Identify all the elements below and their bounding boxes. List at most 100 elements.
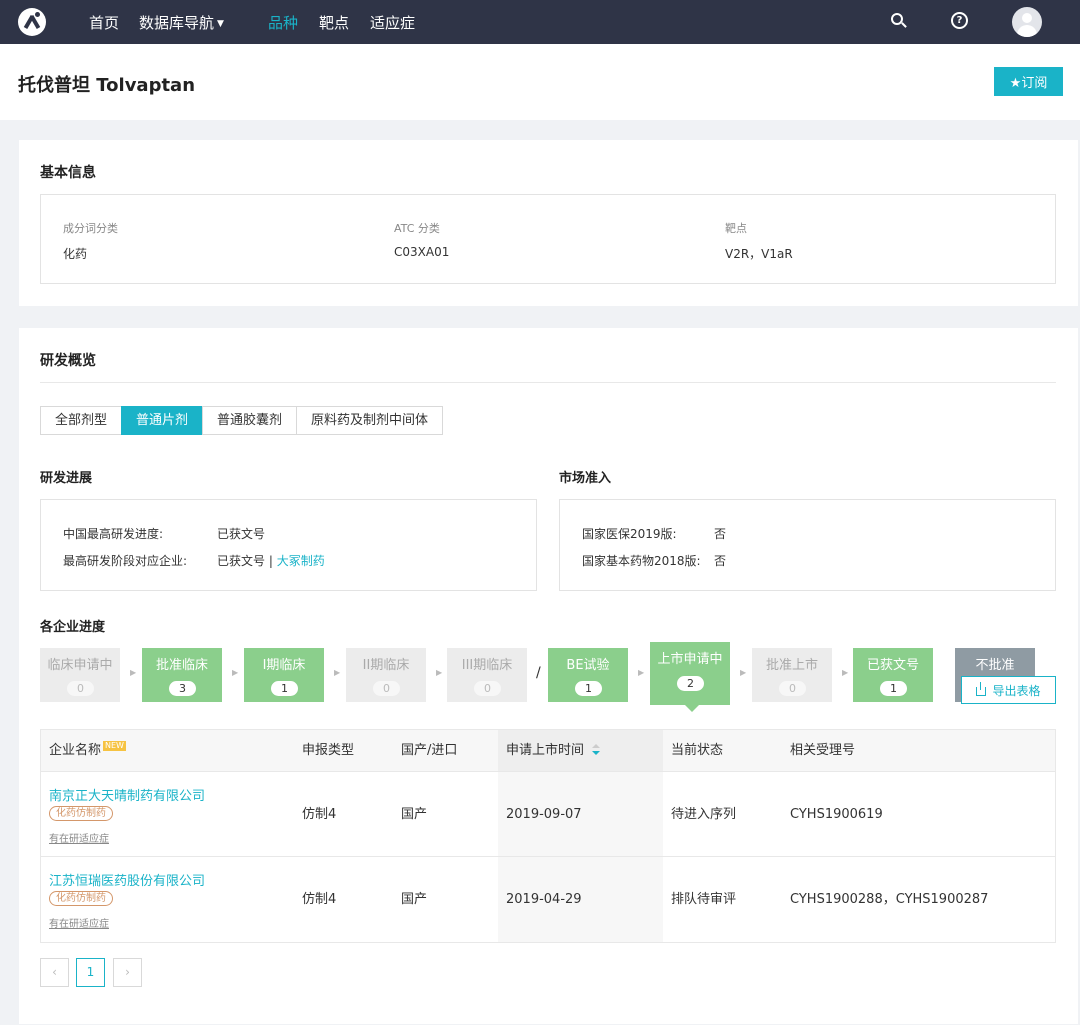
company-link[interactable]: 大冢制药: [277, 554, 325, 568]
stage-clinical-approved[interactable]: 批准临床 3: [142, 648, 222, 702]
target-label: 靶点: [725, 222, 747, 235]
stage-label: I期临床: [262, 658, 306, 673]
tab-api-intermediate[interactable]: 原料药及制剂中间体: [296, 406, 444, 435]
stage-count: 0: [779, 681, 806, 696]
page-title: 托伐普坦 Tolvaptan: [18, 75, 196, 96]
nav-database[interactable]: 数据库导航 ▼: [139, 12, 224, 33]
basic-info-box: 成分词分类 化药 ATC 分类 C03XA01 靶点 V2R，V1aR: [40, 194, 1056, 284]
stage-phase-2[interactable]: II期临床 0: [346, 648, 426, 702]
category-value: 化药: [63, 247, 88, 261]
acceptance-number-link[interactable]: CYHS1900619: [790, 772, 883, 856]
subscribe-button[interactable]: ★订阅: [994, 67, 1063, 96]
stage-be-trial[interactable]: BE试验 1: [548, 648, 628, 702]
acceptance-number-link[interactable]: CYHS1900288，CYHS1900287: [790, 857, 988, 942]
chevron-down-icon: ▼: [217, 19, 224, 29]
divider: [40, 382, 1056, 383]
sort-icon[interactable]: [592, 744, 601, 756]
origin-cell: 国产: [401, 807, 428, 822]
arrow-right-icon: ▶: [436, 668, 443, 677]
logo-icon[interactable]: [18, 8, 46, 36]
col-numbers: 相关受理号: [790, 743, 856, 758]
stage-count: 0: [373, 681, 400, 696]
table-row: 江苏恒瑞医药股份有限公司 化药仿制药 有在研适应症 仿制4 国产 2019-04…: [41, 857, 1055, 942]
stage-approval-number[interactable]: 已获文号 1: [853, 648, 933, 702]
nav-variety[interactable]: 品种: [268, 12, 298, 33]
next-page-button[interactable]: ›: [113, 958, 142, 987]
basic-info-card: 基本信息 成分词分类 化药 ATC 分类 C03XA01 靶点 V2R，V1aR: [19, 140, 1078, 306]
prev-page-button[interactable]: ‹: [40, 958, 69, 987]
basic-info-title: 基本信息: [40, 165, 96, 181]
type-cell: 仿制4: [302, 892, 337, 907]
col-type: 申报类型: [302, 743, 355, 758]
stage-label: 临床申请中: [47, 658, 113, 673]
drug-type-tag: 化药仿制药: [49, 806, 113, 821]
atc-label: ATC 分类: [394, 222, 440, 235]
indication-link[interactable]: 有在研适应症: [49, 830, 109, 845]
top-nav: 首页 数据库导航 ▼ 品种 靶点 适应症 ?: [0, 0, 1080, 44]
tab-capsule[interactable]: 普通胶囊剂: [202, 406, 298, 435]
stage-market-approved[interactable]: 批准上市 0: [752, 648, 832, 702]
stage-count: 0: [67, 681, 94, 696]
highest-progress-value: 已获文号: [217, 527, 266, 541]
company-name-link[interactable]: 南京正大天晴制药有限公司: [49, 785, 205, 804]
nav-home[interactable]: 首页: [89, 12, 119, 33]
rd-overview-title: 研发概览: [40, 353, 96, 369]
status-cell: 待进入序列: [671, 807, 737, 822]
type-cell: 仿制4: [302, 807, 337, 822]
stage-label: 不批准: [975, 658, 1015, 673]
upload-icon: [976, 681, 987, 696]
stage-label: III期临床: [461, 658, 513, 673]
stage-phase-3[interactable]: III期临床 0: [447, 648, 527, 702]
export-table-button[interactable]: 导出表格: [961, 676, 1056, 704]
category-label: 成分词分类: [63, 222, 118, 235]
company-cell: 南京正大天晴制药有限公司 化药仿制药 有在研适应症: [41, 772, 291, 856]
new-badge: NEW: [103, 741, 126, 751]
stage-label: 批准上市: [765, 658, 818, 673]
arrow-right-icon: ▶: [232, 668, 239, 677]
nav-indication[interactable]: 适应症: [370, 12, 415, 33]
company-name-link[interactable]: 江苏恒瑞医药股份有限公司: [49, 870, 205, 889]
essential-drug-key: 国家基本药物2018版:: [582, 554, 701, 568]
highest-company-key: 最高研发阶段对应企业:: [63, 554, 188, 568]
col-company: 企业名称 NEW: [49, 741, 126, 758]
date-cell: 2019-09-07: [498, 772, 663, 856]
market-access-title: 市场准入: [559, 471, 612, 486]
pipeline-title: 各企业进度: [40, 620, 106, 635]
avatar[interactable]: [1012, 7, 1042, 37]
target-value: V2R，V1aR: [725, 247, 793, 261]
stage-count: 3: [169, 681, 196, 696]
status-cell: 排队待审评: [671, 892, 737, 907]
stage-phase-1[interactable]: I期临床 1: [244, 648, 324, 702]
nav-target[interactable]: 靶点: [319, 12, 349, 33]
indication-link[interactable]: 有在研适应症: [49, 915, 109, 930]
stage-label: 批准临床: [155, 658, 208, 673]
table-header: 企业名称 NEW 申报类型 国产/进口 申请上市时间 当前状态 相关受理号: [41, 730, 1055, 772]
page-1-button[interactable]: 1: [76, 958, 105, 987]
tab-all-dosage[interactable]: 全部剂型: [40, 406, 123, 435]
stage-clinical-application[interactable]: 临床申请中 0: [40, 648, 120, 702]
table-row: 南京正大天晴制药有限公司 化药仿制药 有在研适应症 仿制4 国产 2019-09…: [41, 772, 1055, 857]
company-table: 企业名称 NEW 申报类型 国产/进口 申请上市时间 当前状态 相关受理号 南京正…: [40, 729, 1056, 943]
insurance-value: 否: [714, 527, 727, 541]
highest-progress-row: 中国最高研发进度: 已获文号: [63, 525, 523, 541]
stage-market-application[interactable]: 上市申请中 2: [650, 642, 730, 712]
market-access-box: 国家医保2019版: 否 国家基本药物2018版: 否: [559, 499, 1056, 591]
arrow-right-icon: ▶: [740, 668, 747, 677]
rd-overview-card: 研发概览 全部剂型 普通片剂 普通胶囊剂 原料药及制剂中间体 研发进展 中国最高…: [19, 328, 1078, 1024]
col-date[interactable]: 申请上市时间: [498, 730, 663, 771]
stage-count: 1: [271, 681, 298, 696]
rd-progress-box: 中国最高研发进度: 已获文号 最高研发阶段对应企业: 已获文号 | 大冢制药: [40, 499, 537, 591]
highest-company-value: 已获文号 |: [217, 554, 277, 568]
essential-drug-value: 否: [714, 554, 727, 568]
insurance-row: 国家医保2019版: 否: [582, 525, 1042, 541]
arrow-right-icon: ▶: [334, 668, 341, 677]
stage-label: 上市申请中: [657, 652, 723, 667]
search-icon[interactable]: [890, 12, 908, 30]
stage-separator: /: [536, 665, 541, 681]
stage-label: 已获文号: [866, 658, 919, 673]
highest-progress-key: 中国最高研发进度:: [63, 527, 164, 541]
insurance-key: 国家医保2019版:: [582, 527, 677, 541]
tab-tablet[interactable]: 普通片剂: [121, 406, 204, 435]
stage-count: 1: [880, 681, 907, 696]
help-icon[interactable]: ?: [951, 12, 969, 30]
